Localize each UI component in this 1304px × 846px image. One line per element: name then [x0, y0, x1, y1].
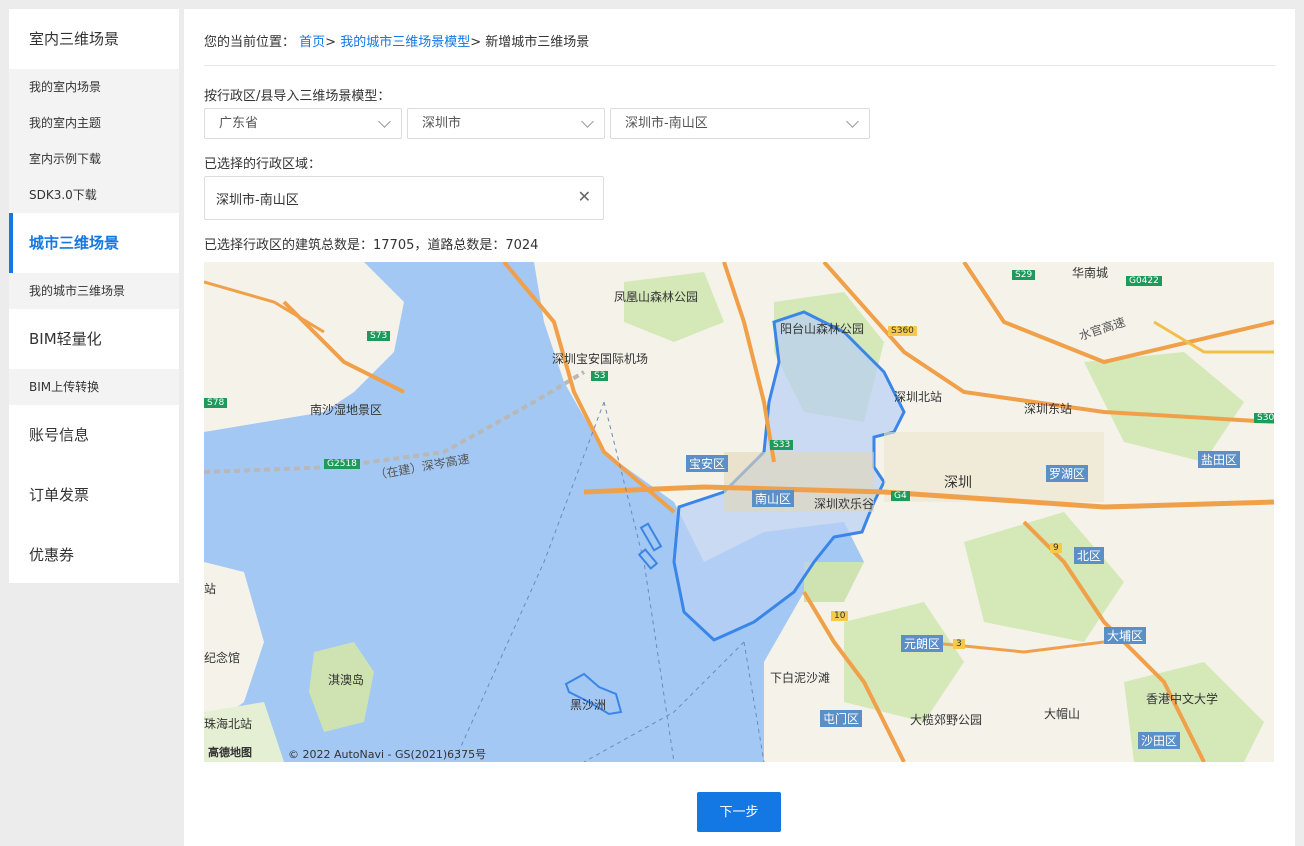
map-label: 大榄郊野公园: [910, 713, 983, 727]
map-label: 深圳: [944, 475, 972, 491]
map-label: 阳台山森林公园: [780, 322, 865, 336]
map-label: 华南城: [1072, 266, 1109, 280]
sidebar-section-invoice[interactable]: 订单发票: [9, 465, 179, 525]
sidebar-section-bim[interactable]: BIM轻量化: [9, 309, 179, 369]
road-shield: G2518: [324, 459, 360, 469]
map-label: 深圳东站: [1024, 402, 1073, 416]
map-label: 深圳北站: [894, 390, 943, 404]
breadcrumb-city-models-link[interactable]: 我的城市三维场景模型: [340, 35, 470, 50]
map-label: 淇澳岛: [328, 673, 365, 687]
breadcrumb-current: 新增城市三维场景: [485, 35, 590, 50]
map-label: 南沙湿地景区: [310, 403, 383, 417]
map-canvas: [204, 262, 1274, 762]
road-shield: S30: [1254, 413, 1274, 423]
amap-logo: 高德地图: [208, 746, 252, 759]
city-select[interactable]: 深圳市: [407, 108, 605, 139]
road-shield: S360: [888, 326, 917, 336]
map-label: 南山区: [752, 490, 795, 507]
road-shield: S29: [1012, 270, 1036, 280]
selected-region-label: 已选择的行政区域：: [204, 157, 322, 172]
breadcrumb-separator: >: [470, 35, 482, 50]
sidebar-section-account[interactable]: 账号信息: [9, 405, 179, 465]
sidebar: 室内三维场景 我的室内场景 我的室内主题 室内示例下载 SDK3.0下载 城市三…: [9, 9, 179, 583]
sidebar-item-sdk-download[interactable]: SDK3.0下载: [9, 177, 179, 213]
road-shield: G0422: [1126, 276, 1162, 286]
province-select-value: 广东省: [219, 116, 259, 131]
sidebar-item-my-indoor-theme[interactable]: 我的室内主题: [9, 105, 179, 141]
road-shield: 10: [831, 611, 849, 621]
map-label: 黑沙洲: [570, 698, 607, 712]
map-label: 沙田区: [1138, 732, 1181, 749]
sidebar-section-city[interactable]: 城市三维场景: [9, 213, 179, 273]
map-label: 元朗区: [901, 635, 944, 652]
close-icon[interactable]: ✕: [578, 187, 591, 206]
map-label: 凤凰山森林公园: [614, 290, 699, 304]
map-label: 深圳宝安国际机场: [552, 352, 649, 366]
map-label: 罗湖区: [1046, 465, 1089, 482]
sidebar-section-coupon[interactable]: 优惠券: [9, 525, 179, 585]
map-copyright: © 2022 AutoNavi - GS(2021)6375号: [288, 748, 487, 761]
road-shield: 9: [1050, 543, 1062, 553]
road-shield: G4: [891, 491, 910, 501]
map-view[interactable]: 凤凰山森林公园 阳台山森林公园 深圳宝安国际机场 南沙湿地景区 宝安区 南山区 …: [204, 262, 1274, 762]
map-label: 珠海北站: [204, 717, 253, 731]
road-shield: S73: [367, 331, 391, 341]
map-label: 大埔区: [1104, 627, 1147, 644]
chevron-down-icon: [378, 115, 391, 128]
city-select-value: 深圳市: [422, 116, 462, 131]
selected-region-box: 深圳市-南山区 ✕: [204, 176, 604, 220]
breadcrumb-separator: >: [325, 35, 337, 50]
sidebar-section-indoor[interactable]: 室内三维场景: [9, 9, 179, 69]
map-label: 大帽山: [1044, 707, 1081, 721]
selected-region-value: 深圳市-南山区: [216, 193, 299, 208]
map-label: 盐田区: [1198, 451, 1241, 468]
import-label: 按行政区/县导入三维场景模型：: [204, 89, 391, 104]
map-label: 纪念馆: [204, 651, 241, 665]
map-label: 宝安区: [686, 455, 729, 472]
breadcrumb-prefix: 您的当前位置：: [204, 35, 296, 50]
sidebar-item-my-indoor-scene[interactable]: 我的室内场景: [9, 69, 179, 105]
road-shield: S3: [591, 371, 609, 381]
map-label: 深圳欢乐谷: [814, 497, 875, 511]
sidebar-item-my-city-scene[interactable]: 我的城市三维场景: [9, 273, 179, 309]
road-shield: S78: [204, 398, 228, 408]
sidebar-item-indoor-sample-download[interactable]: 室内示例下载: [9, 141, 179, 177]
map-label: 香港中文大学: [1146, 692, 1219, 706]
road-shield: S33: [770, 440, 794, 450]
road-shield: 3: [953, 639, 965, 649]
main-panel: 您的当前位置： 首页> 我的城市三维场景模型> 新增城市三维场景 按行政区/县导…: [184, 9, 1295, 846]
district-select-value: 深圳市-南山区: [625, 116, 708, 131]
next-step-button[interactable]: 下一步: [697, 792, 781, 832]
divider: [204, 65, 1275, 66]
district-select[interactable]: 深圳市-南山区: [610, 108, 870, 139]
breadcrumb-home-link[interactable]: 首页: [299, 35, 325, 50]
chevron-down-icon: [581, 115, 594, 128]
map-label: 站: [204, 582, 217, 596]
map-label: 下白泥沙滩: [770, 671, 831, 685]
building-road-stats: 已选择行政区的建筑总数是：17705，道路总数是：7024: [204, 238, 539, 253]
map-label: 北区: [1074, 547, 1105, 564]
chevron-down-icon: [846, 115, 859, 128]
sidebar-item-bim-upload[interactable]: BIM上传转换: [9, 369, 179, 405]
province-select[interactable]: 广东省: [204, 108, 402, 139]
breadcrumb: 您的当前位置： 首页> 我的城市三维场景模型> 新增城市三维场景: [204, 31, 589, 50]
map-label: 屯门区: [820, 710, 863, 727]
